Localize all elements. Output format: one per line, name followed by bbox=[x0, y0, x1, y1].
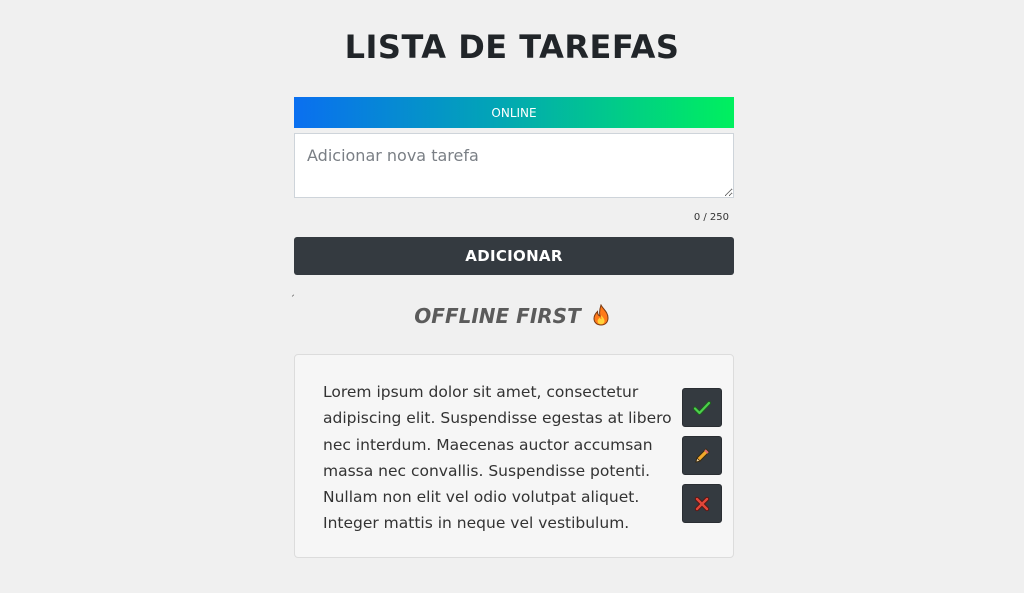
pencil-icon bbox=[695, 447, 710, 463]
complete-task-button[interactable] bbox=[682, 388, 722, 427]
add-task-button[interactable]: ADICIONAR bbox=[294, 237, 734, 275]
edit-task-button[interactable] bbox=[682, 436, 722, 475]
check-icon bbox=[693, 400, 711, 415]
page: LISTA DE TAREFAS ONLINE 0 / 250 ADICIONA… bbox=[0, 0, 1024, 593]
fire-icon bbox=[592, 303, 610, 331]
character-counter: 0 / 250 bbox=[693, 212, 729, 223]
delete-task-button[interactable] bbox=[682, 484, 722, 523]
close-icon bbox=[694, 496, 710, 511]
stray-mark: ˏ bbox=[290, 286, 295, 297]
connection-status-label: ONLINE bbox=[491, 105, 537, 120]
task-actions bbox=[682, 388, 722, 523]
section-title: OFFLINE FIRST bbox=[0, 303, 1024, 331]
task-card: Lorem ipsum dolor sit amet, consectetur … bbox=[294, 354, 734, 558]
task-text: Lorem ipsum dolor sit amet, consectetur … bbox=[323, 383, 672, 533]
new-task-input[interactable] bbox=[294, 133, 734, 198]
connection-status-bar: ONLINE bbox=[294, 97, 734, 128]
section-title-text: OFFLINE FIRST bbox=[414, 304, 581, 328]
page-title: LISTA DE TAREFAS bbox=[344, 28, 680, 66]
